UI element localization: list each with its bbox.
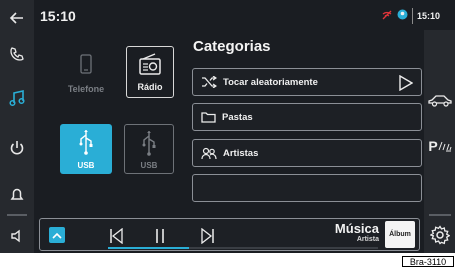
track-artist: Artista xyxy=(356,236,379,243)
settings-gear-icon[interactable] xyxy=(426,222,454,248)
album-label: Álbum xyxy=(389,231,411,238)
skip-next-icon xyxy=(201,228,215,244)
radio-icon xyxy=(138,53,162,80)
source-usb-1[interactable]: USB xyxy=(60,124,112,174)
no-signal-icon xyxy=(382,7,393,25)
parking-label: P xyxy=(428,138,438,154)
status-indicators: 15:10 xyxy=(382,7,440,25)
clock: 15:10 xyxy=(40,8,76,24)
shuffle-icon xyxy=(201,76,217,88)
source-telefone[interactable]: Telefone xyxy=(58,46,114,102)
figure-reference-tag: Bra-3110 xyxy=(402,256,454,267)
chevron-up-icon xyxy=(52,232,62,239)
next-track-button[interactable] xyxy=(200,227,216,245)
skip-previous-icon xyxy=(109,228,123,244)
source-usb-2[interactable]: USB xyxy=(124,124,174,174)
pause-icon xyxy=(154,228,166,244)
usb-icon xyxy=(78,129,94,160)
volume-icon[interactable] xyxy=(5,224,29,248)
power-icon[interactable] xyxy=(5,136,29,160)
category-pastas[interactable]: Pastas xyxy=(192,103,422,131)
usb-icon xyxy=(141,130,157,161)
status-separator xyxy=(412,8,413,24)
parking-assist-icon[interactable]: P xyxy=(425,136,455,156)
source-telefone-label: Telefone xyxy=(67,84,105,94)
right-bar-divider xyxy=(429,214,451,216)
album-art[interactable]: Álbum xyxy=(385,221,415,248)
source-radio[interactable]: Rádio xyxy=(126,46,174,98)
artists-icon xyxy=(201,147,217,160)
navigation-pin-icon xyxy=(397,7,408,25)
phone-icon[interactable] xyxy=(5,42,29,66)
previous-track-button[interactable] xyxy=(108,227,124,245)
progress-fill xyxy=(108,247,189,249)
status-clock: 15:10 xyxy=(417,11,441,21)
car-icon[interactable] xyxy=(426,90,454,110)
track-title: Música xyxy=(334,221,379,236)
right-side-bar: P xyxy=(424,30,455,253)
category-empty-row xyxy=(192,174,422,202)
source-usb-1-label: USB xyxy=(77,161,95,170)
back-arrow-icon[interactable] xyxy=(5,8,29,28)
notification-bell-icon[interactable] xyxy=(5,182,29,206)
left-nav-bar xyxy=(0,0,34,253)
categories-title: Categorias xyxy=(193,38,271,55)
infotainment-screen: 15:10 15:10 Telefone Rádio USB USB Categ… xyxy=(0,0,455,253)
category-shuffle-label: Tocar aleatoriamente xyxy=(223,76,318,88)
category-artistas-label: Artistas xyxy=(223,147,259,159)
progress-track[interactable] xyxy=(108,247,378,249)
pause-button[interactable] xyxy=(152,227,168,245)
source-usb-2-label: USB xyxy=(140,161,158,170)
music-note-icon[interactable] xyxy=(5,86,29,110)
category-shuffle[interactable]: Tocar aleatoriamente xyxy=(192,68,422,96)
category-artistas[interactable]: Artistas xyxy=(192,139,422,167)
media-player-bar: Música Artista Álbum xyxy=(39,218,420,251)
source-radio-label: Rádio xyxy=(137,82,163,92)
folder-icon xyxy=(201,111,216,123)
play-icon[interactable] xyxy=(399,75,413,91)
smartphone-icon xyxy=(80,54,92,79)
category-pastas-label: Pastas xyxy=(222,111,253,123)
expand-player-button[interactable] xyxy=(49,227,65,243)
left-nav-divider xyxy=(7,214,27,216)
